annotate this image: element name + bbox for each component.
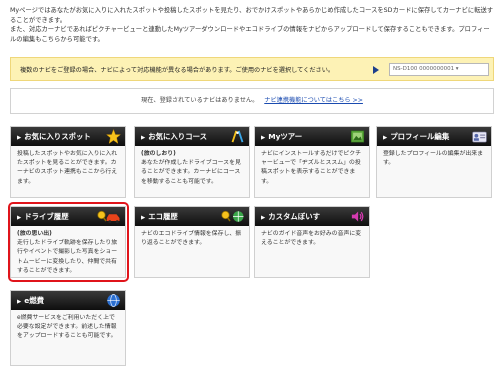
card-e-fuel[interactable]: ▶ e燃費 e燃費サービスをご利用いただく上で必要な設定ができます。前述した情報を…: [10, 290, 126, 366]
highlight-frame: [8, 202, 129, 282]
triangle-icon: ▶: [261, 135, 266, 141]
star-icon: [106, 129, 121, 144]
intro-line-2: また、対応カーナビであればピクチャービューと連動したMyツアーダウンロードやエコ…: [10, 26, 490, 43]
navi-select-dropdown[interactable]: NS-D100 0000000001 ▾: [389, 63, 489, 76]
navi-status-text: 現在、登録されているナビはありません。: [141, 97, 259, 104]
card-desc: 投稿したスポットやお気に入りに入れたスポットを見ることができます。カーナビのスポ…: [17, 151, 118, 185]
eco-globe-icon: [221, 209, 245, 224]
triangle-icon: ▶: [261, 215, 266, 221]
globe-icon: [106, 293, 121, 308]
route-icon: [230, 129, 245, 144]
navi-select-notice: 複数のナビをご登録の場合、ナビによって対応機能が異なる場合があります。ご使用のナ…: [10, 57, 494, 81]
triangle-icon: ▶: [17, 299, 22, 305]
card-title: お気に入りコース: [148, 132, 207, 141]
navi-link-info[interactable]: ナビ連携機能についてはこちら >>: [264, 97, 363, 104]
intro-text: Myページではあなたがお気に入りに入れたスポットや投稿したスポットを見たり、おで…: [10, 6, 494, 44]
card-eco-log[interactable]: ▶ エコ履歴 ナビのエコドライブ情報を保存し、振り返ることができます。: [134, 206, 250, 278]
card-title: プロフィール編集: [390, 132, 450, 141]
card-title: e燃費: [24, 296, 45, 305]
picture-icon: [350, 129, 365, 144]
card-profile[interactable]: ▶ プロフィール編集 登録したプロフィールの編集が出来ます。: [376, 126, 492, 198]
notice-text: 複数のナビをご登録の場合、ナビによって対応機能が異なる場合があります。ご使用のナ…: [20, 67, 335, 74]
card-desc-wrap: (旅のしおり) あなたが作成したドライブコースを見ることができます。カーナビにコ…: [141, 150, 244, 187]
card-my-tour[interactable]: ▶ Myツアー ナビにインストールするだけでピクチャービューで「ヂズルとススム」の…: [254, 126, 370, 198]
triangle-icon: ▶: [141, 215, 146, 221]
card-title: カスタムぼいす: [268, 212, 320, 221]
card-subtitle: (旅のしおり): [141, 151, 176, 157]
card-title: お気に入りスポット: [24, 132, 91, 141]
card-title: エコ履歴: [148, 212, 178, 221]
card-fav-course[interactable]: ▶ お気に入りコース (旅のしおり) あなたが作成したドライブコースを見ることがで…: [134, 126, 250, 198]
profile-card-icon: [472, 129, 487, 144]
intro-line-1: Myページではあなたがお気に入りに入れたスポットや投稿したスポットを見たり、おで…: [10, 7, 494, 24]
card-fav-spot[interactable]: ▶ お気に入りスポット 投稿したスポットやお気に入りに入れたスポットを見ることがで…: [10, 126, 126, 198]
navi-status-bar: 現在、登録されているナビはありません。 ナビ連携機能についてはこちら >>: [10, 88, 494, 114]
card-desc: 登録したプロフィールの編集が出来ます。: [383, 151, 484, 167]
card-custom-voice[interactable]: ▶ カスタムぼいす ナビのガイド音声をお好みの音声に変えることができます。: [254, 206, 370, 278]
triangle-icon: ▶: [383, 135, 388, 141]
card-desc: ナビにインストールするだけでピクチャービューで「ヂズルとススム」の投稿スポットを…: [261, 151, 362, 185]
card-title: Myツアー: [268, 132, 303, 141]
triangle-icon: ▶: [141, 135, 146, 141]
card-desc: ナビのガイド音声をお好みの音声に変えることができます。: [261, 231, 362, 247]
card-desc: あなたが作成したドライブコースを見ることができます。カーナビにコースを移動するこ…: [141, 160, 241, 185]
arrow-right-icon: [373, 66, 379, 74]
triangle-icon: ▶: [17, 135, 22, 141]
speaker-icon: [350, 209, 365, 224]
card-desc: e燃費サービスをご利用いただく上で必要な設定ができます。前述した情報をアップロー…: [17, 315, 117, 340]
card-desc: ナビのエコドライブ情報を保存し、振り返ることができます。: [141, 231, 242, 247]
